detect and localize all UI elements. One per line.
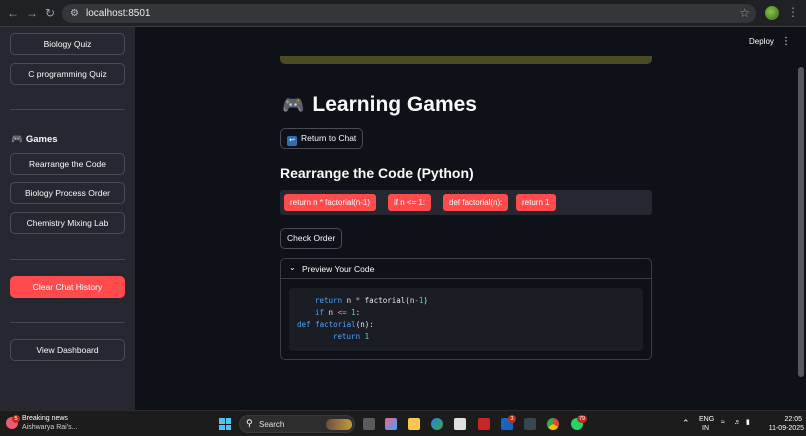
code-line: def factorial(n): [297, 320, 374, 329]
code-preview: return n * factorial(n-1) if n <= 1: def… [289, 288, 643, 351]
battery-icon[interactable]: ▮ [746, 419, 750, 427]
sidebar-divider [10, 259, 125, 260]
app-menu-icon[interactable]: ⋮ [781, 36, 791, 47]
task-view-icon[interactable] [363, 418, 375, 430]
chrome-icon[interactable] [547, 418, 559, 430]
rearrange-code-button[interactable]: Rearrange the Code [10, 153, 125, 175]
preview-expander-header[interactable]: ⌄ Preview Your Code [281, 259, 651, 279]
check-order-button[interactable]: Check Order [280, 228, 343, 249]
return-to-chat-label: Return to Chat [301, 133, 357, 143]
c-programming-quiz-button[interactable]: C programming Quiz [10, 63, 125, 85]
taskbar-search[interactable]: ⚲ Search [239, 415, 355, 433]
return-to-chat-button[interactable]: ↩ Return to Chat [280, 128, 364, 149]
clock-date[interactable]: 11-09-2025 [760, 425, 804, 433]
deploy-button[interactable]: Deploy [749, 37, 774, 46]
games-heading-text: Games [25, 134, 58, 145]
scrollbar-thumb[interactable] [798, 67, 804, 377]
news-title[interactable]: Breaking news [22, 415, 68, 422]
page-scrollbar[interactable] [796, 27, 806, 410]
tray-chevron-icon[interactable]: ⌃ [682, 419, 690, 428]
code-line: if n <= 1: [315, 308, 361, 317]
code-chip[interactable]: return n * factorial(n-1) [284, 194, 377, 211]
code-chip[interactable]: if n <= 1: [388, 194, 432, 211]
store-icon[interactable] [454, 418, 466, 430]
search-icon: ⚲ [246, 418, 253, 428]
browser-toolbar: ← → ↻ ⚙ localhost:8501 ☆ ⋮ [0, 0, 806, 27]
volume-icon[interactable]: ♬ [734, 419, 741, 427]
code-line: return n * factorial(n-1) [315, 296, 428, 305]
code-line: return 1 [333, 332, 370, 341]
search-placeholder: Search [259, 420, 285, 429]
site-info-icon[interactable]: ⚙ [68, 7, 81, 20]
page-title: 🎮 Learning Games [282, 91, 477, 119]
browser-menu-icon[interactable]: ⋮ [787, 5, 799, 19]
sidebar: Biology Quiz C programming Quiz 🎮 Games R… [0, 27, 135, 410]
clock-time[interactable]: 22:05 [766, 416, 802, 424]
section-title: Rearrange the Code (Python) [280, 165, 474, 181]
url-text[interactable]: localhost:8501 [86, 7, 151, 20]
windows-icon[interactable] [219, 418, 231, 430]
sidebar-divider [10, 322, 125, 323]
taskbar: 5 Breaking news Aishwarya Rai's... ⚲ Sea… [0, 410, 806, 436]
clear-chat-history-button[interactable]: Clear Chat History [10, 276, 125, 298]
forward-icon[interactable]: → [24, 5, 40, 21]
chemistry-mixing-lab-button[interactable]: Chemistry Mixing Lab [10, 212, 125, 234]
code-chip[interactable]: return 1 [516, 194, 556, 211]
whatsapp-badge: 79 [577, 415, 587, 423]
reload-icon[interactable]: ↻ [42, 5, 58, 21]
address-bar[interactable]: ⚙ localhost:8501 ☆ [62, 4, 756, 23]
news-subtitle[interactable]: Aishwarya Rai's... [22, 424, 77, 431]
app-badge: 3 [508, 415, 516, 423]
wifi-icon[interactable]: ≈ [721, 419, 725, 427]
biology-process-order-button[interactable]: Biology Process Order [10, 182, 125, 204]
gamepad-icon: 🎮 [11, 134, 23, 145]
sidebar-divider [10, 109, 125, 110]
view-dashboard-button[interactable]: View Dashboard [10, 339, 125, 361]
code-chip-row: return n * factorial(n-1) if n <= 1: def… [280, 190, 652, 215]
biology-quiz-button[interactable]: Biology Quiz [10, 33, 125, 55]
code-chip[interactable]: def factorial(n): [443, 194, 509, 211]
page-title-text: Learning Games [312, 93, 477, 116]
preview-label: Preview Your Code [302, 264, 375, 274]
return-icon: ↩ [287, 136, 297, 146]
main-content: Deploy ⋮ 🎮 Learning Games ↩ Return to Chat… [135, 27, 796, 410]
back-icon[interactable]: ← [5, 5, 21, 21]
language-top[interactable]: ENG [699, 416, 714, 424]
mcafee-icon[interactable] [478, 418, 490, 430]
search-highlight-image [326, 419, 352, 430]
profile-avatar[interactable] [765, 6, 779, 20]
games-heading: 🎮 Games [11, 134, 58, 146]
terminal-icon[interactable] [524, 418, 536, 430]
chevron-down-icon: ⌄ [289, 263, 296, 272]
language-bottom[interactable]: IN [702, 425, 709, 433]
message-box-edge [280, 56, 652, 64]
preview-expander: ⌄ Preview Your Code return n * factorial… [280, 258, 652, 360]
gamepad-icon: 🎮 [282, 95, 305, 115]
star-icon[interactable]: ☆ [739, 6, 750, 20]
file-explorer-icon[interactable] [408, 418, 420, 430]
edge-icon[interactable] [431, 418, 443, 430]
news-badge: 5 [12, 415, 20, 423]
copilot-icon[interactable] [385, 418, 397, 430]
